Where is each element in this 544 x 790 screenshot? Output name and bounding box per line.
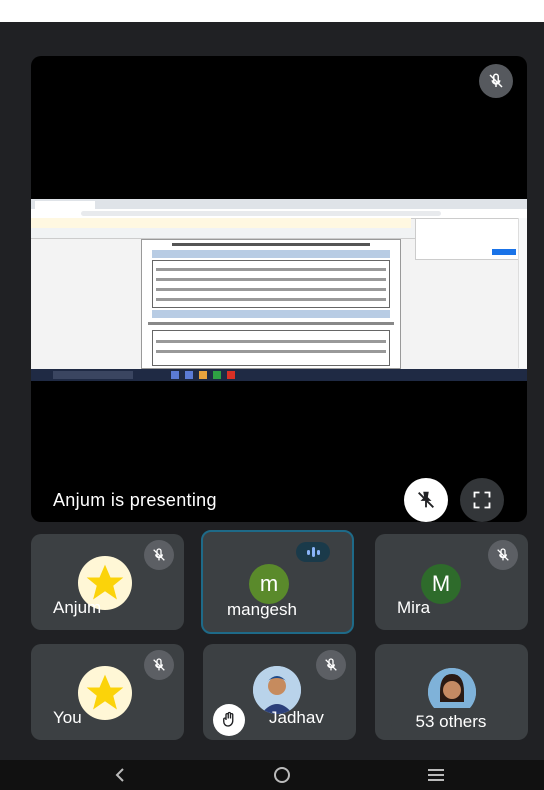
participant-tile-mangesh[interactable]: m mangesh	[201, 530, 354, 634]
back-button[interactable]	[100, 760, 140, 790]
system-nav-bar	[0, 760, 544, 790]
participant-name: mangesh	[227, 600, 297, 619]
status-bar-edge	[0, 22, 14, 50]
profile-photo-icon	[253, 666, 301, 714]
participant-tile-mira[interactable]: M Mira	[375, 534, 528, 630]
avatar	[78, 666, 132, 720]
recents-icon	[428, 769, 444, 781]
shared-document	[141, 239, 401, 369]
star-icon	[86, 674, 124, 710]
home-button[interactable]	[262, 760, 302, 790]
avatar-initial: m	[259, 571, 279, 596]
participant-name: Mira	[397, 598, 431, 617]
avatar	[253, 666, 301, 714]
audio-level-icon	[296, 542, 330, 562]
participant-tile-jadhav[interactable]: Jadhav	[203, 644, 356, 740]
avatar: m	[249, 564, 289, 604]
status-bar	[0, 0, 544, 22]
browser-sidebar	[518, 218, 527, 368]
browser-popup-panel	[415, 218, 521, 260]
browser-tab-strip	[31, 199, 527, 209]
presentation-tile[interactable]: Anjum is presenting	[31, 56, 527, 522]
raised-hand-icon	[213, 704, 245, 736]
recents-button[interactable]	[416, 760, 456, 790]
participant-name: Jadhav	[269, 708, 324, 727]
participant-tile-others[interactable]: 53 others	[375, 644, 528, 740]
mic-off-icon	[488, 540, 518, 570]
back-icon	[115, 768, 124, 782]
mic-off-icon	[144, 540, 174, 570]
participant-name: You	[53, 708, 82, 727]
browser-notification	[31, 218, 411, 228]
fullscreen-button[interactable]	[460, 478, 504, 522]
mic-off-icon	[144, 650, 174, 680]
pin-off-icon	[418, 491, 434, 508]
avatar-initial: M	[431, 571, 451, 596]
unpin-button[interactable]	[404, 478, 448, 522]
shared-screen	[31, 199, 527, 381]
others-count-chip: 53 others	[391, 708, 511, 736]
mic-off-icon	[316, 650, 346, 680]
home-icon	[274, 767, 290, 783]
presenter-mic-off-icon	[479, 64, 513, 98]
participant-tile-you[interactable]: You	[31, 644, 184, 740]
fullscreen-icon	[473, 491, 491, 509]
windows-taskbar	[31, 369, 527, 381]
presenter-banner: Anjum is presenting	[53, 490, 217, 510]
participant-tile-anjum[interactable]: Anjum	[31, 534, 184, 630]
participant-name: Anjum	[53, 598, 102, 617]
